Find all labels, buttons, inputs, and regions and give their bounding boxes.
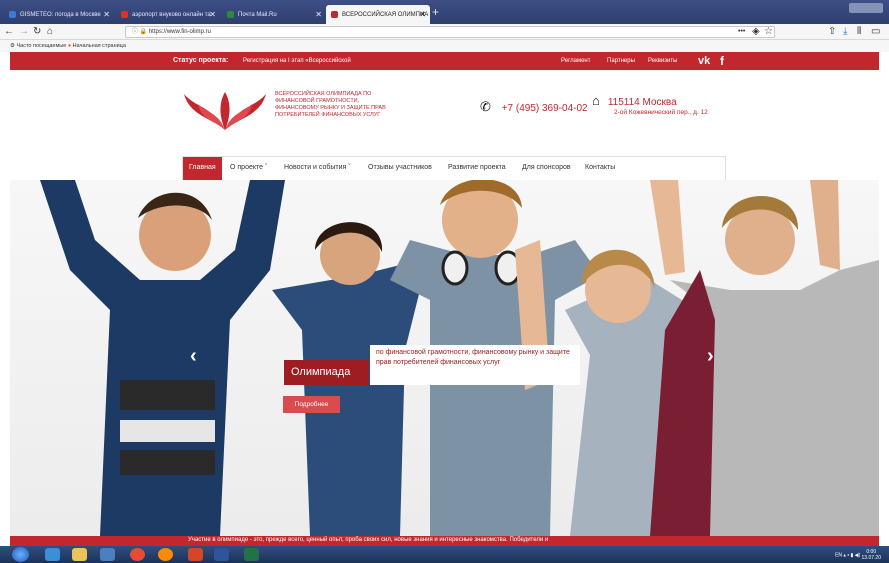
chrome-icon[interactable] bbox=[130, 548, 145, 561]
bookmark-start-page[interactable]: Начальная страница bbox=[73, 43, 126, 49]
excel-icon[interactable] bbox=[244, 548, 259, 561]
tab-olympiad[interactable]: ВСЕРОССИЙСКАЯ ОЛИМПИА ✕ bbox=[326, 5, 430, 24]
info-icon[interactable]: ⓘ bbox=[132, 29, 138, 35]
close-tab-icon[interactable]: ✕ bbox=[419, 10, 426, 19]
window-controls[interactable] bbox=[849, 3, 883, 13]
lock-icon: 🔒 bbox=[139, 29, 148, 35]
ie-icon[interactable] bbox=[45, 548, 60, 561]
chevron-down-icon: ˇ bbox=[264, 164, 268, 171]
home-address-icon: ⌂ bbox=[592, 93, 600, 108]
menu-label: О проекте bbox=[230, 164, 264, 171]
close-tab-icon[interactable]: ✕ bbox=[103, 10, 110, 19]
tab-gismeteo[interactable]: GISMETEO: погода в Москве ✕ bbox=[4, 5, 114, 24]
pocket-icon[interactable]: ◈ bbox=[752, 25, 760, 39]
close-tab-icon[interactable]: ✕ bbox=[315, 10, 322, 19]
gear-icon: ⚙ bbox=[10, 43, 15, 49]
word-icon[interactable] bbox=[214, 548, 229, 561]
hero-slider: ‹ › Олимпиада по финансовой грамотности,… bbox=[10, 180, 879, 536]
clock-date[interactable]: 13.07.20 bbox=[862, 555, 881, 561]
status-label: Статус проекта: bbox=[173, 57, 229, 64]
menu-item-sponsors[interactable]: Для спонсоров bbox=[522, 157, 571, 179]
hero-title: Олимпиада bbox=[284, 360, 369, 385]
link-partners[interactable]: Партнеры bbox=[607, 52, 635, 70]
more-button[interactable]: Подробнее bbox=[283, 396, 340, 413]
sidebar-icon[interactable]: ▭ bbox=[871, 25, 880, 39]
reload-icon[interactable]: ↻ bbox=[33, 25, 41, 39]
address-city: 115114 Москва bbox=[607, 97, 677, 108]
phone-icon: ✆ bbox=[480, 99, 491, 114]
tab-label: аэропорт внуково онлайн та bbox=[132, 11, 211, 18]
phone-block: ✆ +7 (495) 369-04-02 bbox=[480, 99, 588, 115]
new-tab-button[interactable]: + bbox=[432, 6, 439, 18]
phone-number[interactable]: +7 (495) 369-04-02 bbox=[502, 103, 588, 114]
windows-taskbar: EN ▴ ▪ ▮ ◀) 0:00 13.07.20 bbox=[0, 546, 889, 563]
media-icon[interactable] bbox=[100, 548, 115, 561]
tab-label: GISMETEO: погода в Москве bbox=[20, 11, 101, 18]
slider-prev-icon[interactable]: ‹ bbox=[190, 345, 197, 368]
system-tray: EN ▴ ▪ ▮ ◀) 0:00 13.07.20 bbox=[835, 549, 881, 561]
menu-item-home[interactable]: Главная bbox=[183, 157, 222, 180]
menu-item-contacts[interactable]: Контакты bbox=[585, 157, 615, 179]
yandex-favicon-icon bbox=[121, 11, 128, 18]
site-header: ВСЕРОССИЙСКАЯ ОЛИМПИАДА ПО ФИНАНСОВОЙ ГР… bbox=[10, 70, 879, 180]
bookmarks-bar: ⚙ Часто посещаемые ● Начальная страница bbox=[0, 40, 889, 52]
language-indicator[interactable]: EN bbox=[835, 552, 842, 558]
menu-item-development[interactable]: Развитие проекта bbox=[448, 157, 506, 179]
main-menu: Главная О проекте ˇ Новости и события ˇ … bbox=[182, 156, 726, 180]
hero-description: по финансовой грамотности, финансовому р… bbox=[370, 345, 580, 385]
olympiad-favicon-icon bbox=[331, 11, 338, 18]
mail-favicon-icon bbox=[227, 11, 234, 18]
forward-icon[interactable]: → bbox=[19, 25, 29, 39]
bookmark-frequent[interactable]: Часто посещаемые bbox=[16, 43, 66, 49]
info-strip: Участие в олимпиаде - это, прежде всего,… bbox=[10, 536, 879, 546]
status-value[interactable]: Регистрация на I этап «Всероссийской bbox=[243, 52, 351, 70]
browser-window: GISMETEO: погода в Москве ✕ аэропорт вну… bbox=[0, 0, 889, 563]
close-tab-icon[interactable]: ✕ bbox=[209, 10, 216, 19]
tab-vnukovo[interactable]: аэропорт внуково онлайн та ✕ bbox=[116, 5, 220, 24]
powerpoint-icon[interactable] bbox=[188, 548, 203, 561]
bookmark-star-icon[interactable]: ☆ bbox=[764, 25, 773, 39]
tray-icons[interactable]: ▴ ▪ ▮ ◀) bbox=[843, 552, 860, 558]
back-icon[interactable]: ← bbox=[4, 25, 14, 39]
firefox-icon: ● bbox=[67, 43, 72, 49]
menu-item-reviews[interactable]: Отзывы участников bbox=[368, 157, 432, 179]
menu-item-about[interactable]: О проекте ˇ bbox=[230, 157, 267, 179]
menu-label: Новости и события bbox=[284, 164, 347, 171]
link-reglament[interactable]: Регламент bbox=[561, 52, 591, 70]
project-status-bar: Статус проекта: Регистрация на I этап «В… bbox=[10, 52, 879, 70]
tab-mail[interactable]: Почта Mail.Ru ✕ bbox=[222, 5, 326, 24]
gismeteo-favicon-icon bbox=[9, 11, 16, 18]
menu-item-news[interactable]: Новости и события ˇ bbox=[284, 157, 351, 179]
explorer-icon[interactable] bbox=[72, 548, 87, 561]
page-actions-icon[interactable]: ••• bbox=[738, 25, 745, 39]
address-street: 2-ой Кожевнический пер., д. 12 bbox=[614, 109, 708, 116]
firefox-taskbar-icon[interactable] bbox=[158, 548, 173, 561]
home-icon[interactable]: ⌂ bbox=[47, 25, 53, 39]
address-block: ⌂ 115114 Москва 2-ой Кожевнический пер., … bbox=[592, 93, 708, 116]
address-bar[interactable]: ⓘ 🔒 https://www.fin-olimp.ru bbox=[125, 26, 775, 38]
info-strip-text: Участие в олимпиаде - это, прежде всего,… bbox=[188, 537, 549, 543]
vk-icon[interactable]: vk bbox=[698, 52, 710, 70]
download-icon[interactable]: ⤓ bbox=[843, 25, 847, 39]
url-text: https://www.fin-olimp.ru bbox=[148, 29, 211, 35]
link-requisites[interactable]: Реквизиты bbox=[648, 52, 677, 70]
tab-bar: GISMETEO: погода в Москве ✕ аэропорт вну… bbox=[0, 0, 889, 24]
library-icon[interactable]: ⫴ bbox=[857, 25, 861, 39]
sync-icon[interactable]: ⇧ bbox=[828, 25, 836, 39]
slider-next-icon[interactable]: › bbox=[707, 345, 714, 368]
logo-text: ВСЕРОССИЙСКАЯ ОЛИМПИАДА ПО ФИНАНСОВОЙ ГР… bbox=[275, 91, 386, 118]
chevron-down-icon: ˇ bbox=[348, 164, 351, 171]
start-button[interactable] bbox=[12, 547, 29, 562]
nav-toolbar: ← → ↻ ⌂ ⓘ 🔒 https://www.fin-olimp.ru •••… bbox=[0, 24, 889, 40]
olympiad-logo-icon[interactable] bbox=[182, 90, 268, 134]
facebook-icon[interactable]: f bbox=[720, 52, 724, 70]
tab-label: ВСЕРОССИЙСКАЯ ОЛИМПИА bbox=[342, 11, 429, 18]
tab-label: Почта Mail.Ru bbox=[238, 11, 277, 18]
